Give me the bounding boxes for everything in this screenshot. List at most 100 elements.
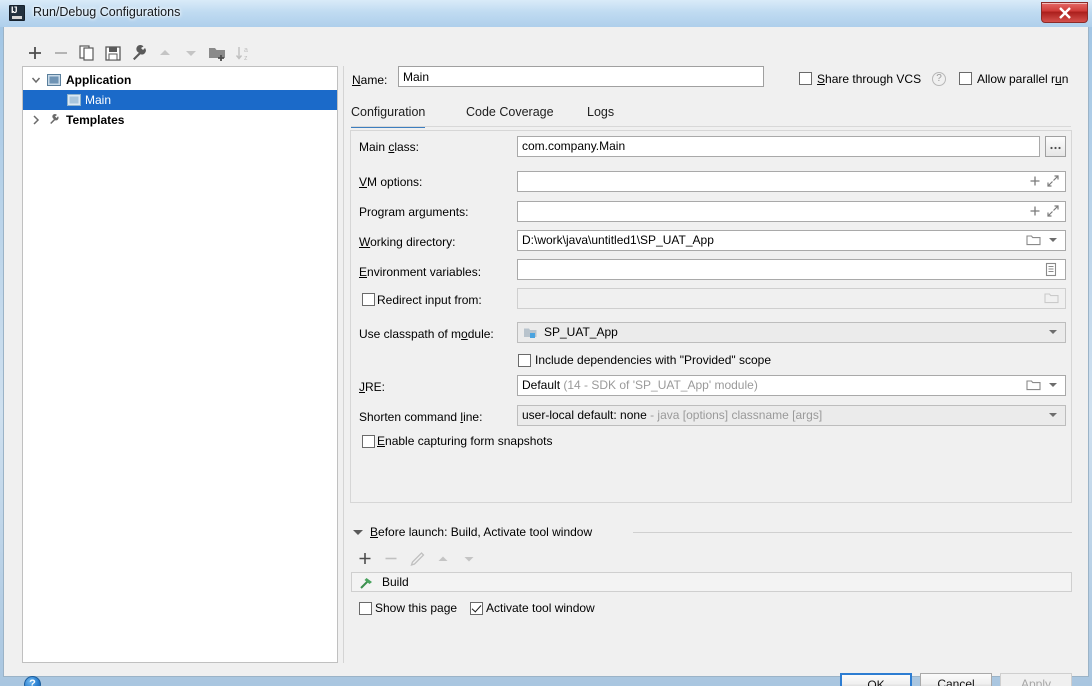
folder-add-icon <box>209 48 225 61</box>
pencil-icon <box>410 552 425 567</box>
close-icon <box>1059 7 1071 19</box>
enable-form-snapshots-checkbox[interactable] <box>362 435 375 448</box>
show-this-page-label: Show this page <box>375 601 458 615</box>
shorten-command-line-combo[interactable]: user-local default: none - java [options… <box>517 405 1066 426</box>
use-classpath-of-module-label: Use classpath of module: <box>359 327 494 341</box>
jre-combo[interactable]: Default (14 - SDK of 'SP_UAT_App' module… <box>517 375 1066 396</box>
main-class-input[interactable]: com.company.Main <box>517 136 1040 157</box>
task-move-down-button[interactable] <box>458 549 480 571</box>
tab-code-coverage[interactable]: Code Coverage <box>466 101 554 126</box>
activate-tool-window-checkbox[interactable] <box>470 602 483 615</box>
run-config-icon <box>67 93 81 107</box>
run-debug-configurations-window: Run/Debug Configurations <box>0 0 1092 686</box>
apply-button[interactable]: Apply <box>1000 673 1072 686</box>
remove-task-button[interactable] <box>380 549 402 571</box>
tab-logs[interactable]: Logs <box>587 101 614 126</box>
edit-templates-button[interactable] <box>128 42 150 64</box>
shorten-command-line-value: user-local default: none <box>522 408 647 422</box>
help-button[interactable]: ? <box>24 676 41 686</box>
vm-options-input[interactable] <box>517 171 1066 192</box>
svg-text:a: a <box>244 47 248 54</box>
minus-icon <box>55 52 67 54</box>
share-vcs-help-icon[interactable]: ? <box>932 72 946 86</box>
chevron-down-icon[interactable] <box>29 70 43 90</box>
sort-configurations-button[interactable]: a z <box>232 42 254 64</box>
wrench-icon <box>47 113 61 127</box>
build-hammer-icon <box>359 576 374 593</box>
tab-bar-underline <box>351 126 1071 127</box>
share-through-vcs-label: Share through VCS <box>817 72 922 86</box>
working-directory-chevron-down-icon[interactable] <box>1049 238 1057 242</box>
jre-chevron-down-icon[interactable] <box>1049 383 1057 387</box>
include-provided-scope-checkbox[interactable] <box>518 354 531 367</box>
working-directory-input[interactable]: D:\work\java\untitled1\SP_UAT_App <box>517 230 1066 251</box>
vm-options-add-icon[interactable] <box>1028 174 1042 191</box>
plus-icon <box>29 47 41 59</box>
move-down-button[interactable] <box>180 42 202 64</box>
use-classpath-chevron-down-icon[interactable] <box>1049 330 1057 334</box>
title-bar: Run/Debug Configurations <box>0 0 1092 27</box>
redirect-input-label: Redirect input from: <box>377 293 482 307</box>
edit-task-button[interactable] <box>406 549 428 571</box>
environment-variables-list-icon[interactable] <box>1044 262 1058 280</box>
program-arguments-expand-icon[interactable] <box>1046 204 1060 221</box>
show-this-page-checkbox[interactable] <box>359 602 372 615</box>
vm-options-expand-icon[interactable] <box>1046 174 1060 191</box>
redirect-input-folder-icon[interactable] <box>1044 292 1059 308</box>
main-class-label: Main class: <box>359 140 420 154</box>
save-icon <box>105 46 121 61</box>
close-button[interactable] <box>1041 2 1088 23</box>
save-configuration-button[interactable] <box>102 42 124 64</box>
module-icon <box>523 326 538 343</box>
chevron-right-icon[interactable] <box>29 110 43 130</box>
add-configuration-button[interactable] <box>24 42 46 64</box>
working-directory-label: Working directory: <box>359 235 456 249</box>
redirect-input-path-input[interactable] <box>517 288 1066 309</box>
application-icon <box>47 73 61 87</box>
allow-parallel-run-checkbox[interactable] <box>959 72 972 85</box>
tree-item-application[interactable]: Application <box>23 70 337 90</box>
jre-value: Default <box>522 378 561 392</box>
arrow-down-icon <box>186 51 196 56</box>
name-label: Name: <box>352 73 388 87</box>
tree-item-templates[interactable]: Templates <box>23 110 337 130</box>
environment-variables-label: Environment variables: <box>359 265 482 279</box>
shorten-command-line-chevron-down-icon[interactable] <box>1049 413 1057 417</box>
before-launch-divider <box>633 532 1072 533</box>
enable-form-snapshots-label: Enable capturing form snapshots <box>377 434 553 448</box>
remove-configuration-button[interactable] <box>50 42 72 64</box>
main-class-browse-button[interactable] <box>1045 136 1066 157</box>
tree-item-main[interactable]: Main <box>23 90 337 110</box>
cancel-button[interactable]: Cancel <box>920 673 992 686</box>
share-through-vcs-checkbox[interactable] <box>799 72 812 85</box>
arrow-up-icon <box>438 556 448 561</box>
redirect-input-checkbox[interactable] <box>362 293 375 306</box>
intellij-idea-icon <box>9 5 25 21</box>
program-arguments-add-icon[interactable] <box>1028 204 1042 221</box>
configurations-toolbar: a z <box>24 42 336 67</box>
use-classpath-of-module-combo[interactable]: SP_UAT_App <box>517 322 1066 343</box>
create-folder-button[interactable] <box>206 42 228 64</box>
add-task-button[interactable] <box>354 549 376 571</box>
ok-button[interactable]: OK <box>840 673 912 686</box>
arrow-up-icon <box>160 50 170 55</box>
shorten-command-line-hint: - java [options] classname [args] <box>646 408 823 422</box>
task-move-up-button[interactable] <box>432 549 454 571</box>
name-input[interactable] <box>398 66 764 87</box>
program-arguments-input[interactable] <box>517 201 1066 222</box>
panel-splitter[interactable] <box>343 66 344 663</box>
wrench-icon <box>133 44 146 61</box>
tab-configuration[interactable]: Configuration <box>351 101 426 128</box>
configurations-tree[interactable]: Application Main Templates <box>22 66 338 663</box>
window-title: Run/Debug Configurations <box>33 5 181 19</box>
working-directory-folder-icon[interactable] <box>1026 234 1041 250</box>
copy-configuration-button[interactable] <box>76 42 98 64</box>
before-launch-collapse-icon[interactable] <box>353 530 363 535</box>
environment-variables-input[interactable] <box>517 259 1066 280</box>
shorten-command-line-label: Shorten command line: <box>359 410 483 424</box>
jre-folder-icon[interactable] <box>1026 379 1041 395</box>
before-launch-task-list[interactable]: Build <box>351 572 1072 592</box>
before-launch-title: Before launch: Build, Activate tool wind… <box>370 525 593 539</box>
include-provided-scope-label: Include dependencies with "Provided" sco… <box>535 353 772 367</box>
move-up-button[interactable] <box>154 42 176 64</box>
